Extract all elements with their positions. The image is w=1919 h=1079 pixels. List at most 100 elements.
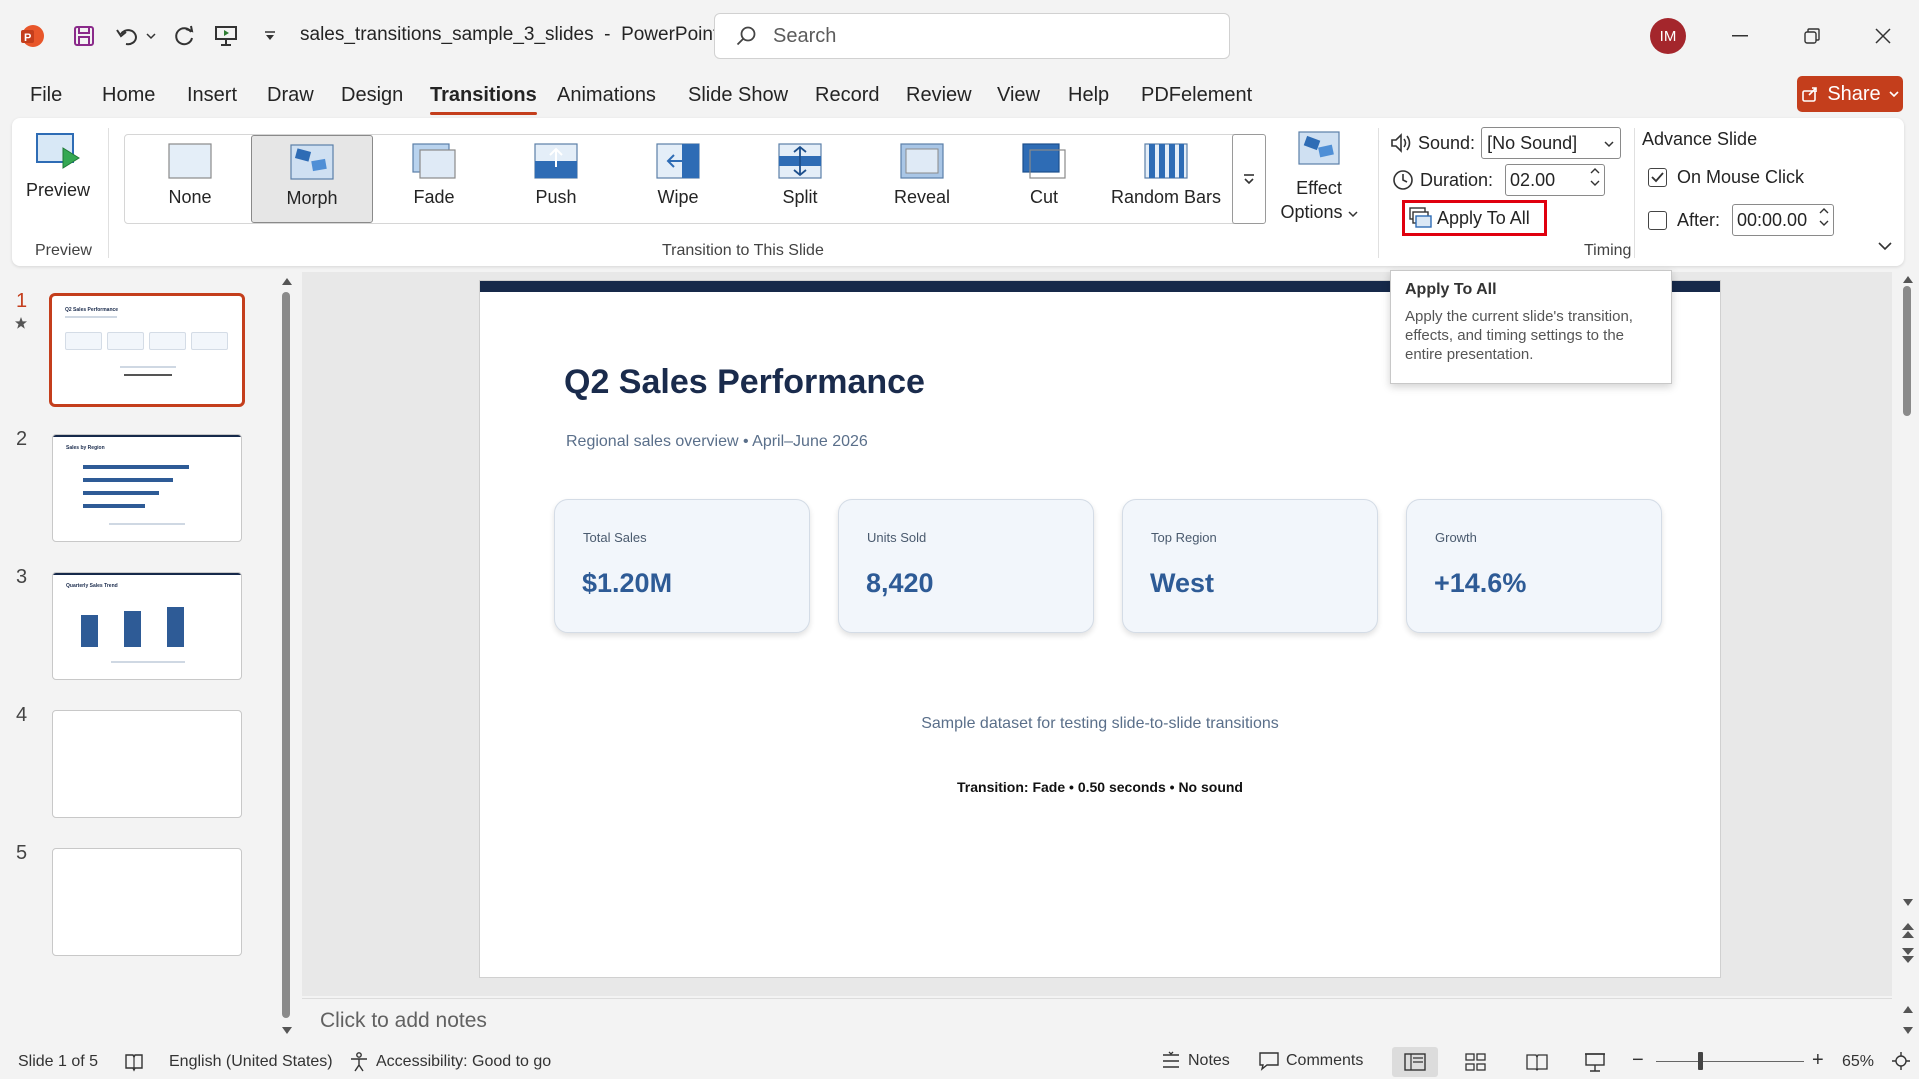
duration-stepper[interactable]: 02.00 (1505, 164, 1606, 196)
gallery-more-button[interactable] (1232, 134, 1266, 224)
tab-file[interactable]: File (30, 84, 62, 107)
language-status[interactable]: English (United States) (169, 1053, 333, 1071)
slide-thumbnail-3[interactable]: Quarterly Sales Trend (52, 572, 242, 680)
sound-dropdown[interactable]: [No Sound] (1481, 127, 1622, 159)
slide-thumbnail-5[interactable] (52, 848, 242, 956)
reading-view-icon (1526, 1054, 1548, 1071)
fit-slide-icon[interactable] (1891, 1051, 1911, 1071)
preview-label: Preview (25, 180, 91, 200)
tab-review[interactable]: Review (906, 84, 972, 107)
slide-show-view-button[interactable] (1572, 1047, 1618, 1077)
tab-insert[interactable]: Insert (187, 84, 237, 107)
tab-record[interactable]: Record (815, 84, 879, 107)
transition-random-bars[interactable]: Random Bars (1105, 135, 1227, 223)
slide-thumbnail-1[interactable]: Q2 Sales Performance (49, 293, 245, 407)
slide-transition-note[interactable]: Transition: Fade • 0.50 seconds • No sou… (480, 779, 1720, 795)
effect-options-button[interactable]: Effect Options (1274, 130, 1364, 224)
slide-subtitle[interactable]: Regional sales overview • April–June 202… (566, 433, 868, 451)
transition-split-icon (778, 143, 822, 179)
scrollbar-thumb[interactable] (1903, 286, 1911, 416)
zoom-slider[interactable] (1656, 1061, 1804, 1062)
slide-thumbnail-4[interactable] (52, 710, 242, 818)
scroll-up-icon[interactable] (1902, 1004, 1914, 1014)
scroll-up-icon[interactable] (281, 276, 293, 286)
kpi-card-growth[interactable]: Growth +14.6% (1406, 499, 1662, 633)
apply-to-all-button[interactable]: Apply To All (1402, 200, 1547, 236)
tooltip-body: Apply the current slide's transition, ef… (1405, 308, 1633, 363)
present-from-start-icon[interactable] (210, 18, 242, 54)
restore-icon[interactable] (1787, 16, 1837, 56)
preview-button[interactable]: Preview (26, 130, 90, 201)
redo-icon[interactable] (168, 18, 200, 54)
user-avatar[interactable]: IM (1650, 18, 1686, 54)
spelling-check-icon[interactable] (124, 1052, 144, 1072)
close-icon[interactable] (1858, 16, 1908, 56)
after-checkbox[interactable] (1648, 210, 1667, 230)
transition-none[interactable]: None (129, 135, 251, 223)
transition-fade[interactable]: Fade (373, 135, 495, 223)
comments-button[interactable]: Comments (1258, 1051, 1363, 1071)
scrollbar-thumb[interactable] (282, 292, 290, 1018)
customize-toolbar-icon[interactable] (260, 18, 280, 54)
undo-dropdown-icon[interactable] (144, 18, 158, 54)
tab-draw[interactable]: Draw (267, 84, 314, 107)
minimize-icon[interactable] (1715, 16, 1765, 56)
after-time-stepper[interactable]: 00:00.00 (1732, 204, 1835, 236)
tab-help[interactable]: Help (1068, 84, 1109, 107)
canvas-scrollbar[interactable] (1898, 272, 1918, 1042)
normal-view-button[interactable] (1392, 1047, 1438, 1077)
kpi-card-top-region[interactable]: Top Region West (1122, 499, 1378, 633)
search-input[interactable]: Search (714, 13, 1230, 59)
transition-morph[interactable]: Morph (251, 135, 373, 223)
next-slide-icon[interactable] (1901, 946, 1915, 964)
transition-push[interactable]: Push (495, 135, 617, 223)
tab-animations[interactable]: Animations (557, 84, 656, 107)
current-slide[interactable]: Q2 Sales Performance Regional sales over… (479, 280, 1721, 978)
accessibility-status[interactable]: Accessibility: Good to go (348, 1051, 551, 1073)
save-icon[interactable] (66, 18, 102, 54)
advance-slide-label: Advance Slide (1642, 129, 1758, 149)
tab-home[interactable]: Home (102, 84, 155, 107)
on-mouse-click-checkbox[interactable]: On Mouse Click (1648, 167, 1804, 188)
scroll-up-icon[interactable] (1902, 274, 1914, 284)
scroll-down-icon[interactable] (1902, 1026, 1914, 1036)
scroll-down-icon[interactable] (281, 1026, 293, 1036)
tab-slide-show[interactable]: Slide Show (688, 84, 788, 107)
after-row: After: 00:00.00 (1648, 204, 1835, 236)
zoom-in-icon[interactable]: + (1812, 1049, 1824, 1072)
transition-cut[interactable]: Cut (983, 135, 1105, 223)
thumbnail-scrollbar[interactable] (276, 272, 298, 1042)
spin-down-icon[interactable] (1590, 179, 1600, 187)
previous-slide-icon[interactable] (1901, 922, 1915, 940)
kpi-card-units-sold[interactable]: Units Sold 8,420 (838, 499, 1094, 633)
spin-down-icon[interactable] (1819, 219, 1829, 227)
slide-number-1: 1 (16, 290, 28, 312)
scroll-down-icon[interactable] (1902, 898, 1914, 908)
reading-view-button[interactable] (1514, 1047, 1560, 1077)
transition-wipe[interactable]: Wipe (617, 135, 739, 223)
slide-title[interactable]: Q2 Sales Performance (564, 363, 925, 402)
clock-icon (1393, 170, 1413, 190)
tab-design[interactable]: Design (341, 84, 403, 107)
zoom-level[interactable]: 65% (1842, 1053, 1874, 1071)
transition-split[interactable]: Split (739, 135, 861, 223)
timing-group-label: Timing (1584, 242, 1632, 259)
zoom-slider-thumb[interactable] (1698, 1052, 1703, 1070)
tab-pdfelement[interactable]: PDFelement (1141, 84, 1252, 107)
kpi-card-total-sales[interactable]: Total Sales $1.20M (554, 499, 810, 633)
notes-pane[interactable]: Click to add notes (302, 998, 1892, 1042)
zoom-out-icon[interactable]: − (1632, 1049, 1644, 1072)
share-button[interactable]: Share (1797, 76, 1903, 112)
apply-to-all-icon (1409, 207, 1432, 228)
slide-footnote[interactable]: Sample dataset for testing slide-to-slid… (480, 715, 1720, 733)
tab-transitions[interactable]: Transitions (430, 84, 537, 115)
slide-thumbnail-2[interactable]: Sales by Region (52, 434, 242, 542)
undo-icon[interactable] (110, 18, 146, 54)
spin-up-icon[interactable] (1819, 207, 1829, 215)
spin-up-icon[interactable] (1590, 167, 1600, 175)
transition-reveal[interactable]: Reveal (861, 135, 983, 223)
notes-button[interactable]: Notes (1160, 1051, 1230, 1071)
slide-sorter-view-button[interactable] (1453, 1047, 1499, 1077)
tab-view[interactable]: View (997, 84, 1040, 107)
ribbon-collapse-icon[interactable] (1878, 238, 1892, 256)
